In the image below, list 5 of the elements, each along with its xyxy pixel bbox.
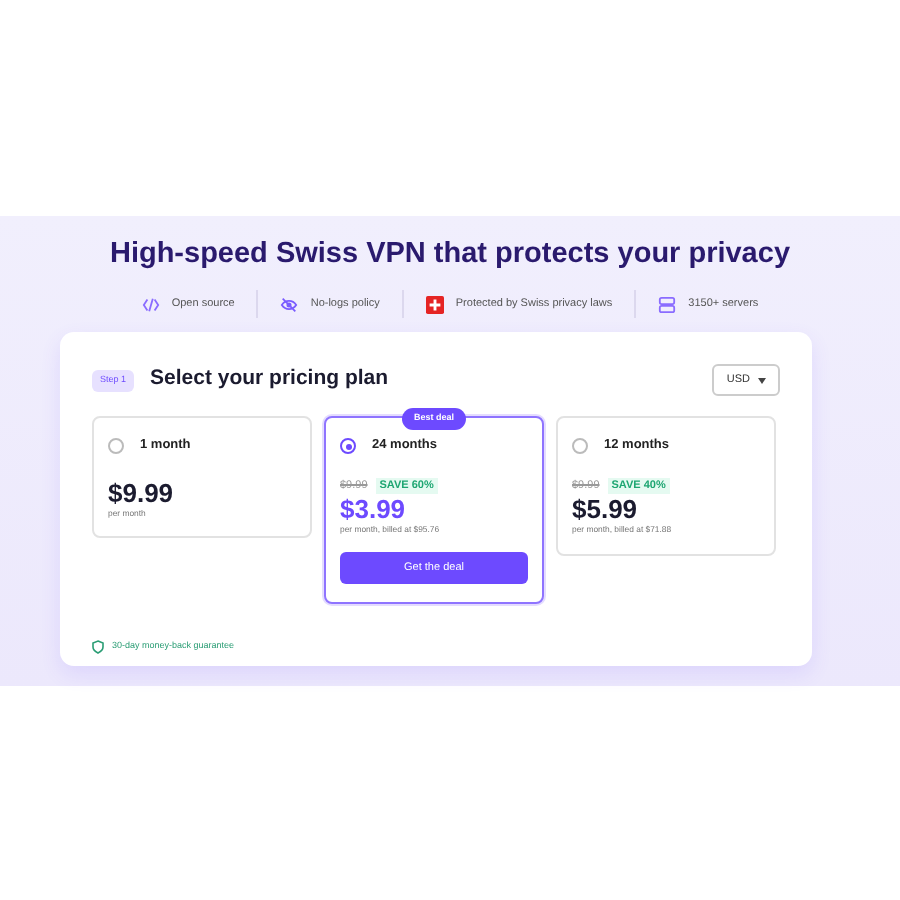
price: $3.99 [340,494,408,525]
section-heading: Select your pricing plan [150,364,389,395]
price: $9.99 [108,478,176,508]
page-title: High-speed Swiss VPN that protects your privacy [107,236,793,272]
price: $5.99 [572,494,640,525]
